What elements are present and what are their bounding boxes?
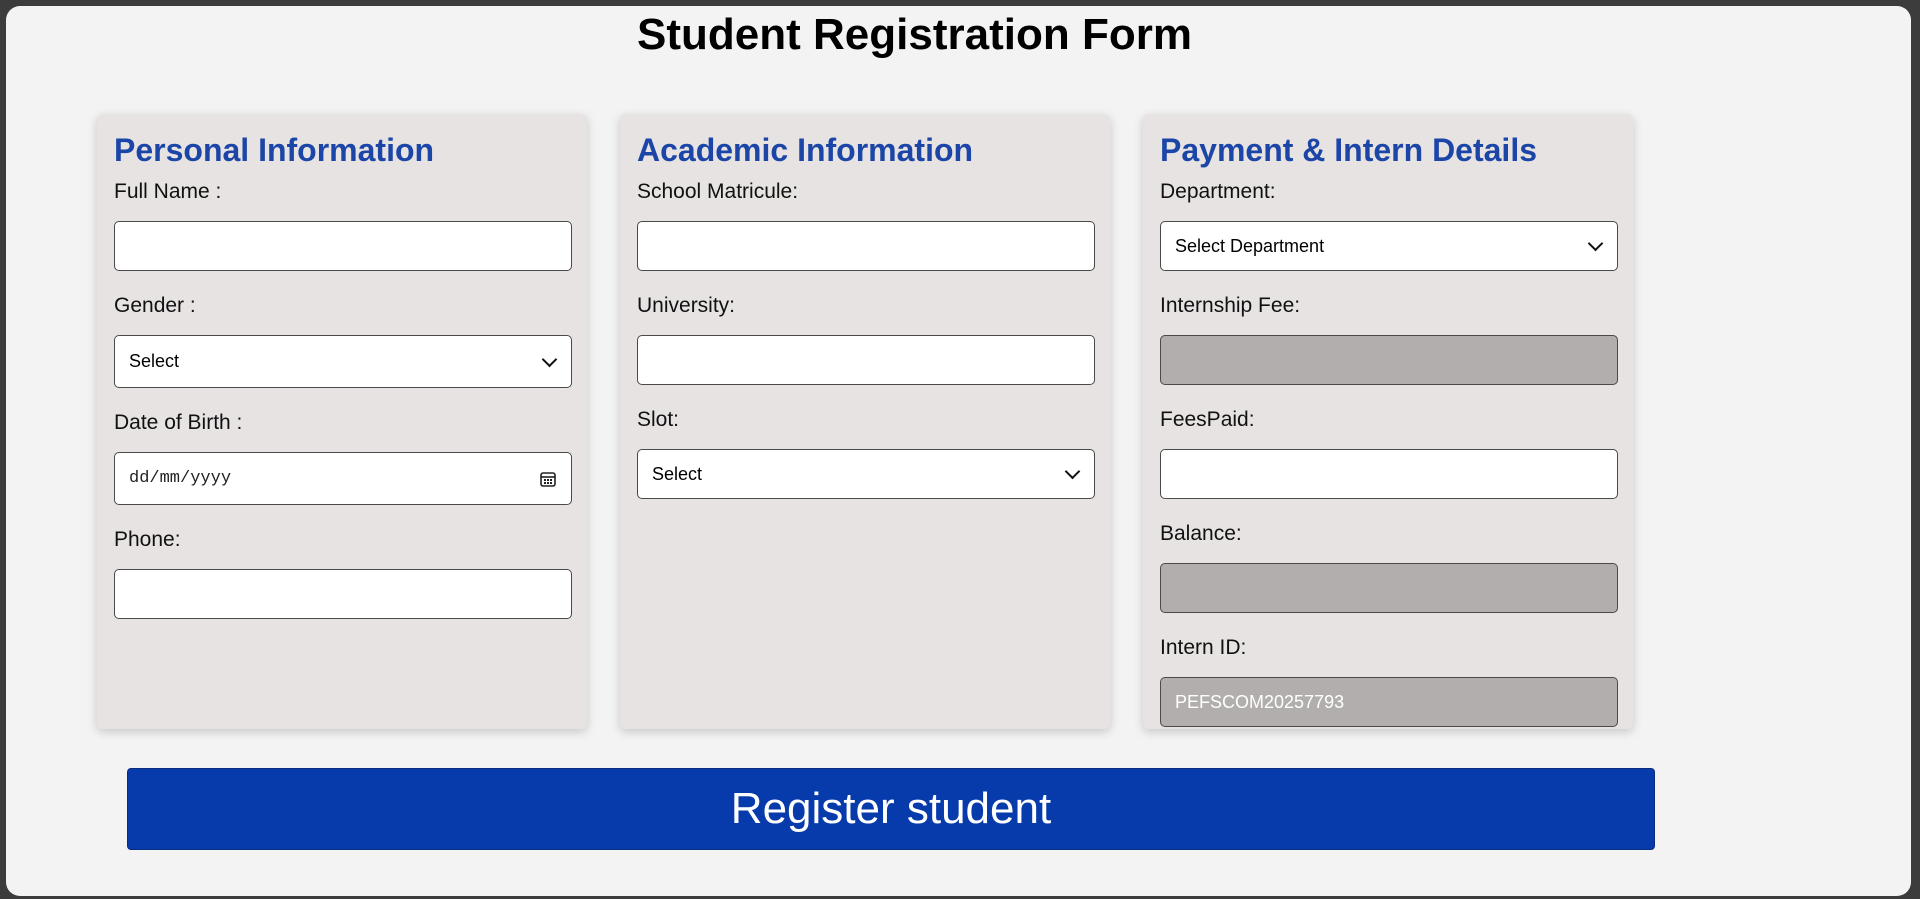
personal-information-card: Personal Information Full Name : Gender … [97,114,587,729]
slot-selected-value: Select [652,463,703,484]
date-of-birth-placeholder: dd/mm/yyyy [129,469,232,488]
university-label: University: [637,294,736,317]
department-label: Department: [1160,180,1276,203]
gender-select[interactable]: Select [114,335,572,388]
internship-fee-field [1160,335,1618,385]
date-of-birth-label: Date of Birth : [114,411,243,434]
slot-label: Slot: [637,408,680,431]
chevron-down-icon [1064,463,1081,480]
page-title: Student Registration Form [637,10,1192,59]
gender-selected-value: Select [129,351,180,371]
chevron-down-icon [541,351,558,367]
full-name-label: Full Name : [114,180,222,203]
academic-information-heading: Academic Information [637,132,974,168]
calendar-icon[interactable] [539,470,557,488]
chevron-down-icon [1587,235,1604,252]
intern-id-value: PEFSCOM20257793 [1175,691,1345,712]
balance-label: Balance: [1160,522,1242,545]
full-name-input[interactable] [114,221,572,271]
phone-label: Phone: [114,528,181,551]
balance-field [1160,563,1618,613]
date-of-birth-input[interactable]: dd/mm/yyyy [114,452,572,505]
intern-id-field: PEFSCOM20257793 [1160,677,1618,727]
academic-information-card: Academic Information School Matricule: U… [620,114,1110,729]
payment-intern-details-heading: Payment & Intern Details [1160,132,1537,168]
fees-paid-label: FeesPaid: [1160,408,1255,431]
internship-fee-label: Internship Fee: [1160,294,1301,317]
school-matricule-input[interactable] [637,221,1095,271]
personal-information-heading: Personal Information [114,132,435,168]
payment-intern-details-card: Payment & Intern Details Department: Sel… [1143,114,1633,729]
page: Student Registration Form Personal Infor… [6,6,1911,896]
university-input[interactable] [637,335,1095,385]
department-select[interactable]: Select Department [1160,221,1618,271]
slot-select[interactable]: Select [637,449,1095,499]
department-selected-value: Select Department [1175,235,1325,256]
intern-id-label: Intern ID: [1160,636,1247,659]
school-matricule-label: School Matricule: [637,180,799,203]
register-student-button[interactable]: Register student [127,768,1655,850]
gender-label: Gender : [114,294,196,317]
fees-paid-input[interactable] [1160,449,1618,499]
phone-input[interactable] [114,569,572,619]
